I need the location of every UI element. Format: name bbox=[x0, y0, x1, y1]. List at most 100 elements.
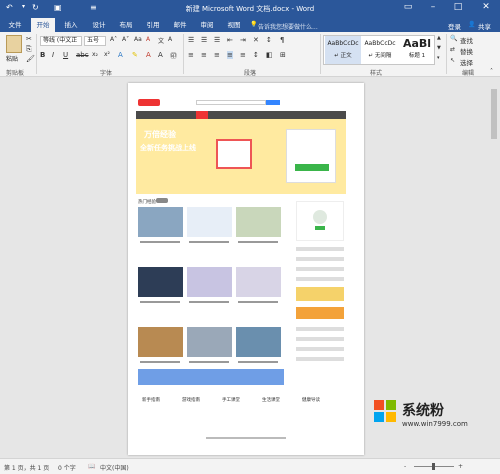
chinese-layout-icon[interactable]: ✕ bbox=[253, 36, 259, 44]
login-card bbox=[286, 129, 336, 183]
promo-banner bbox=[138, 369, 284, 385]
tell-me-box[interactable]: 告诉我您想要做什么... bbox=[258, 22, 318, 31]
footer-copyright bbox=[206, 437, 286, 439]
font-color-icon[interactable]: A bbox=[146, 51, 151, 59]
italic-icon[interactable]: I bbox=[52, 51, 54, 59]
strikethrough-icon[interactable]: abc bbox=[76, 51, 89, 59]
sort-icon[interactable]: ↕ bbox=[266, 36, 272, 44]
subscript-icon[interactable]: x₂ bbox=[92, 51, 98, 58]
copy-icon[interactable]: ⎘ bbox=[26, 45, 32, 54]
align-right-icon[interactable]: ≡ bbox=[214, 51, 220, 59]
login-link[interactable]: 登录 bbox=[448, 21, 461, 31]
font-name-combo[interactable]: 等线 (中文正 bbox=[40, 36, 82, 46]
tab-references[interactable]: 引用 bbox=[142, 18, 164, 32]
format-painter-icon[interactable]: 🖌 bbox=[26, 55, 35, 63]
paste-button[interactable]: 粘贴 bbox=[6, 54, 18, 63]
zoom-out-button[interactable]: - bbox=[404, 463, 406, 470]
zoom-slider[interactable] bbox=[414, 463, 454, 470]
tile-image bbox=[138, 327, 183, 357]
styles-scroll-down-icon[interactable]: ▼ bbox=[437, 45, 441, 51]
search-icon[interactable]: 🔍 bbox=[450, 35, 457, 42]
tab-design[interactable]: 设计 bbox=[88, 18, 110, 32]
distribute-icon[interactable]: ≡ bbox=[240, 51, 246, 59]
shrink-font-icon[interactable]: A˅ bbox=[122, 36, 129, 43]
grow-font-icon[interactable]: A˄ bbox=[110, 36, 117, 43]
style-normal[interactable]: AaBbCcDc ↵ 正文 bbox=[325, 36, 361, 64]
tab-layout[interactable]: 布局 bbox=[115, 18, 137, 32]
tile-caption bbox=[140, 361, 180, 363]
align-center-icon[interactable]: ≡ bbox=[201, 51, 207, 59]
underline-icon[interactable]: U bbox=[63, 51, 68, 59]
share-button[interactable]: 共享 bbox=[478, 21, 491, 31]
phonetic-icon[interactable]: 文 bbox=[158, 36, 164, 45]
bold-icon[interactable]: B bbox=[40, 51, 45, 59]
maximize-icon[interactable]: □ bbox=[450, 2, 466, 12]
zoom-in-button[interactable]: + bbox=[458, 463, 463, 470]
style-heading1[interactable]: AaBl 标题 1 bbox=[399, 36, 435, 64]
logo-tile-green bbox=[386, 400, 396, 410]
font-size-combo[interactable]: 五号 bbox=[84, 36, 106, 46]
document-canvas[interactable]: 万倍经验 全新任务挑战上线 热门经验 新手指南 游戏指南 手工课堂 生活课堂 健… bbox=[0, 77, 500, 458]
editing-group-label: 编辑 bbox=[462, 70, 475, 77]
cut-icon[interactable]: ✂ bbox=[26, 35, 32, 43]
align-left-icon[interactable]: ≡ bbox=[188, 51, 194, 59]
select-button[interactable]: 选择 bbox=[460, 57, 473, 67]
tile-image bbox=[236, 267, 281, 297]
show-marks-icon[interactable]: ¶ bbox=[280, 36, 284, 44]
replace-button[interactable]: 替换 bbox=[460, 46, 473, 56]
decrease-indent-icon[interactable]: ⇤ bbox=[227, 36, 233, 44]
justify-icon[interactable]: ≡ bbox=[227, 51, 233, 59]
style-no-spacing[interactable]: AaBbCcDc ↵ 无间隔 bbox=[362, 36, 398, 64]
line-spacing-icon[interactable]: ↕ bbox=[253, 51, 259, 59]
replace-icon[interactable]: ⇄ bbox=[450, 46, 455, 53]
tile-caption bbox=[238, 301, 278, 303]
borders-icon[interactable]: ⊞ bbox=[280, 51, 286, 59]
shading-icon[interactable]: ◧ bbox=[266, 51, 273, 59]
text-effects-icon[interactable]: A bbox=[118, 51, 123, 59]
page-count[interactable]: 第 1 页，共 1 页 bbox=[4, 463, 49, 472]
change-case-icon[interactable]: Aa bbox=[134, 36, 142, 43]
word-count[interactable]: 0 个字 bbox=[58, 463, 76, 472]
enclose-char-icon[interactable]: ㊞ bbox=[170, 51, 177, 61]
numbering-icon[interactable]: ☰ bbox=[201, 36, 207, 44]
close-icon[interactable]: ✕ bbox=[478, 2, 494, 12]
highlight-icon[interactable]: ✎ bbox=[132, 51, 138, 59]
tab-view[interactable]: 视图 bbox=[223, 18, 245, 32]
logo-tile-blue bbox=[374, 412, 384, 422]
site-search-button bbox=[266, 100, 280, 105]
collapse-ribbon-icon[interactable]: ˄ bbox=[490, 68, 493, 75]
language-indicator[interactable]: 中文(中国) bbox=[100, 463, 129, 472]
scrollbar-thumb[interactable] bbox=[491, 89, 497, 139]
styles-scroll-up-icon[interactable]: ▲ bbox=[437, 35, 441, 41]
clear-format-icon[interactable]: A bbox=[146, 36, 150, 43]
bullets-icon[interactable]: ☰ bbox=[188, 36, 194, 44]
tile-caption bbox=[140, 241, 180, 243]
document-page[interactable]: 万倍经验 全新任务挑战上线 热门经验 新手指南 游戏指南 手工课堂 生活课堂 健… bbox=[128, 83, 364, 455]
tab-mailings[interactable]: 邮件 bbox=[169, 18, 191, 32]
char-border-icon[interactable]: A bbox=[168, 36, 172, 43]
paste-icon[interactable] bbox=[6, 35, 22, 53]
superscript-icon[interactable]: x² bbox=[104, 51, 110, 58]
proofing-icon[interactable]: 📖 bbox=[88, 463, 95, 470]
group-divider bbox=[446, 34, 447, 74]
ribbon-display-icon[interactable]: ▭ bbox=[400, 2, 416, 12]
sidebar-ad bbox=[296, 287, 344, 301]
tab-file[interactable]: 文件 bbox=[4, 18, 26, 32]
paragraph-group-label: 段落 bbox=[244, 70, 257, 77]
select-icon[interactable]: ↖ bbox=[450, 57, 455, 64]
char-shading-icon[interactable]: A bbox=[158, 51, 163, 59]
tab-home[interactable]: 开始 bbox=[31, 18, 55, 32]
multilevel-list-icon[interactable]: ☰ bbox=[214, 36, 220, 44]
minimize-icon[interactable]: – bbox=[425, 2, 441, 12]
styles-group-label: 样式 bbox=[370, 70, 383, 77]
tab-insert[interactable]: 插入 bbox=[60, 18, 82, 32]
tab-review[interactable]: 审阅 bbox=[196, 18, 218, 32]
increase-indent-icon[interactable]: ⇥ bbox=[240, 36, 246, 44]
watermark-brand: 系统粉 bbox=[402, 403, 444, 419]
zoom-thumb[interactable] bbox=[432, 463, 435, 470]
styles-more-icon[interactable]: ▾ bbox=[437, 55, 440, 61]
share-icon[interactable]: 👤 bbox=[468, 21, 475, 28]
status-bar: 第 1 页，共 1 页 0 个字 📖 中文(中国) - + bbox=[0, 458, 500, 474]
tile-image bbox=[236, 327, 281, 357]
find-button[interactable]: 查找 bbox=[460, 35, 473, 45]
